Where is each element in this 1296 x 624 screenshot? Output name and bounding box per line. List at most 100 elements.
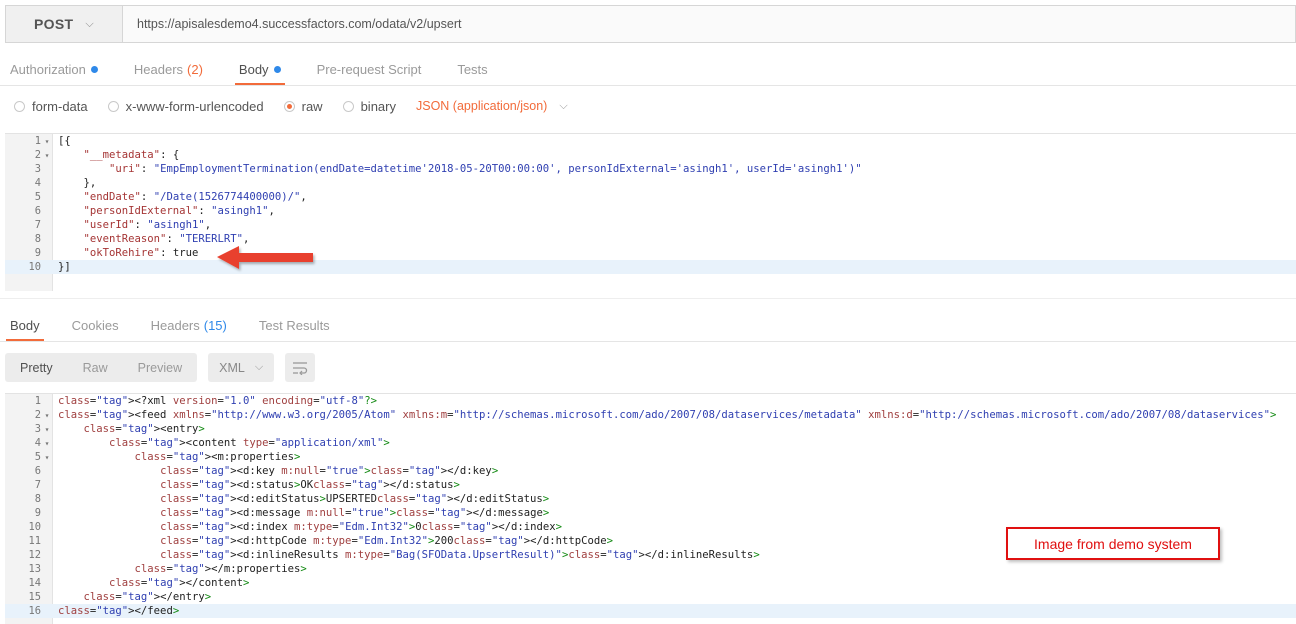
fold-toggle-icon[interactable]: ▾ [41, 453, 53, 462]
red-arrow-icon [217, 246, 313, 269]
code-line: 9 class="tag"><d:message m:null="true">c… [5, 506, 1296, 520]
code-line: 3 ▾ class="tag"><entry> [5, 422, 1296, 436]
radio-label: form-data [32, 98, 88, 114]
chevron-down-icon: ⌵ [254, 361, 264, 373]
code-text: class="tag"><d:message m:null="true">cla… [160, 507, 550, 519]
body-mode-row: form-data x-www-form-urlencoded raw binary … [14, 95, 568, 117]
code-line: 8 class="tag"><d:editStatus>UPSERTEDclas… [5, 492, 1296, 506]
line-number: 9 [34, 507, 41, 519]
content-type-select[interactable]: JSON (application/json) ⌵ [416, 99, 568, 113]
response-body-viewer[interactable]: 1 class="tag"><?xml version="1.0" encodin… [5, 393, 1296, 624]
fold-toggle-icon[interactable]: ▾ [41, 439, 53, 448]
radio-label: binary [360, 98, 396, 114]
code-line: 10}] [5, 260, 1296, 274]
code-line: 7 class="tag"><d:status>OKclass="tag"></… [5, 478, 1296, 492]
tab-pre-request-script[interactable]: Pre-request Script [307, 53, 432, 85]
fold-toggle-icon[interactable]: ▾ [41, 411, 53, 420]
modified-dot-icon [273, 65, 281, 73]
code-text: class="tag"></feed> [58, 605, 180, 617]
code-line: 6 "personIdExternal": "asingh1", [5, 204, 1296, 218]
tab-tests[interactable]: Tests [447, 53, 497, 85]
url-input[interactable]: https://apisalesdemo4.successfactors.com… [123, 6, 1295, 42]
fold-toggle-icon[interactable]: ▾ [41, 151, 53, 160]
line-number: 15 [28, 591, 41, 603]
code-line: 1 ▾ [{ [5, 134, 1296, 148]
code-text: class="tag"><m:properties> [134, 451, 301, 463]
code-line: 16 class="tag"></feed> [5, 604, 1296, 618]
wrap-lines-button[interactable] [285, 353, 316, 382]
code-line: 5 "endDate": "/Date(1526774400000)/", [5, 190, 1296, 204]
code-line: 13 class="tag"></m:properties> [5, 562, 1296, 576]
tab-label: Test Results [258, 317, 330, 333]
radio-icon[interactable] [342, 100, 354, 112]
line-number: 8 [34, 493, 41, 505]
response-tab-cookies[interactable]: Cookies [62, 309, 129, 341]
code-text: }, [58, 177, 97, 189]
radio-icon[interactable] [107, 100, 119, 112]
tab-headers[interactable]: Headers (2) [124, 53, 213, 85]
fold-toggle-icon[interactable]: ▾ [41, 425, 53, 434]
chevron-down-icon: ⌵ [559, 99, 568, 112]
content-type-label: JSON (application/json) [416, 99, 548, 113]
code-text: "okToRehire": true [83, 247, 199, 259]
line-number: 8 [34, 233, 41, 245]
view-mode-pretty[interactable]: Pretty [5, 353, 68, 382]
radio-icon[interactable] [283, 100, 295, 112]
code-line: 4 ▾ class="tag"><content type="applicatio… [5, 436, 1296, 450]
code-line: 6 class="tag"><d:key m:null="true">class… [5, 464, 1296, 478]
line-number: 4 [34, 177, 41, 189]
code-text: class="tag"></entry> [83, 591, 212, 603]
divider [0, 341, 1296, 342]
method-select[interactable]: POST ⌵ [6, 6, 123, 42]
annotation-box: Image from demo system [1006, 527, 1220, 560]
line-number: 3 [34, 163, 41, 175]
code-text: class="tag"><content type="application/x… [109, 437, 390, 449]
line-number: 10 [28, 521, 41, 533]
code-text: class="tag"><d:key m:null="true">class="… [160, 465, 499, 477]
tab-body[interactable]: Body [229, 53, 291, 85]
line-number: 2 [34, 149, 41, 161]
code-text: class="tag"><d:status>OKclass="tag"></d:… [160, 479, 460, 491]
fold-toggle-icon[interactable]: ▾ [41, 137, 53, 146]
response-tab-headers[interactable]: Headers (15) [141, 309, 237, 341]
code-text: "__metadata": { [83, 149, 180, 161]
radio-icon[interactable] [14, 100, 25, 112]
response-tab-body[interactable]: Body [0, 309, 50, 341]
wrap-lines-icon [293, 361, 308, 375]
view-mode-preview[interactable]: Preview [123, 353, 197, 382]
code-line: 1 class="tag"><?xml version="1.0" encodin… [5, 394, 1296, 408]
code-text: }] [58, 261, 71, 273]
request-bar: POST ⌵ https://apisalesdemo4.successfact… [5, 5, 1296, 43]
format-label: XML [219, 360, 245, 375]
tab-label: Body [10, 317, 40, 333]
code-text: class="tag"><feed xmlns="http://www.w3.o… [58, 409, 1277, 421]
line-number: 14 [28, 577, 41, 589]
code-line: 8 "eventReason": "TERERLRT", [5, 232, 1296, 246]
response-tab-test-results[interactable]: Test Results [249, 309, 340, 341]
tab-label: Headers [150, 317, 200, 333]
view-mode-segment: Pretty Raw Preview [5, 353, 198, 382]
body-mode-form-data[interactable]: form-data [14, 99, 88, 114]
line-number: 5 [34, 191, 41, 203]
tab-label: Cookies [71, 317, 119, 333]
line-number: 2 [34, 409, 41, 421]
line-number: 13 [28, 563, 41, 575]
code-text: "uri": "EmpEmploymentTermination(endDate… [109, 163, 862, 175]
line-number: 1 [34, 395, 41, 407]
code-text: class="tag"><?xml version="1.0" encoding… [58, 395, 377, 407]
tab-label: Headers [133, 61, 184, 77]
code-line: 9 "okToRehire": true [5, 246, 1296, 260]
tab-authorization[interactable]: Authorization [0, 53, 108, 85]
tab-count: (15) [203, 317, 227, 333]
chevron-down-icon: ⌵ [85, 17, 94, 30]
request-body-editor[interactable]: 1 ▾[{2 ▾ "__metadata": { 3 "uri": "EmpEmplo… [5, 133, 1296, 291]
response-toolbar: Pretty Raw Preview XML ⌵ [5, 353, 316, 382]
code-line: 2 ▾ class="tag"><feed xmlns="http://www.w3… [5, 408, 1296, 422]
code-text: "userId": "asingh1", [83, 219, 212, 231]
format-select[interactable]: XML ⌵ [208, 353, 275, 382]
view-mode-raw[interactable]: Raw [68, 353, 123, 382]
body-mode-raw[interactable]: raw [283, 99, 323, 114]
code-text: "personIdExternal": "asingh1", [83, 205, 275, 217]
body-mode-x-www-form-urlencoded[interactable]: x-www-form-urlencoded [107, 99, 264, 114]
body-mode-binary[interactable]: binary [342, 98, 396, 114]
